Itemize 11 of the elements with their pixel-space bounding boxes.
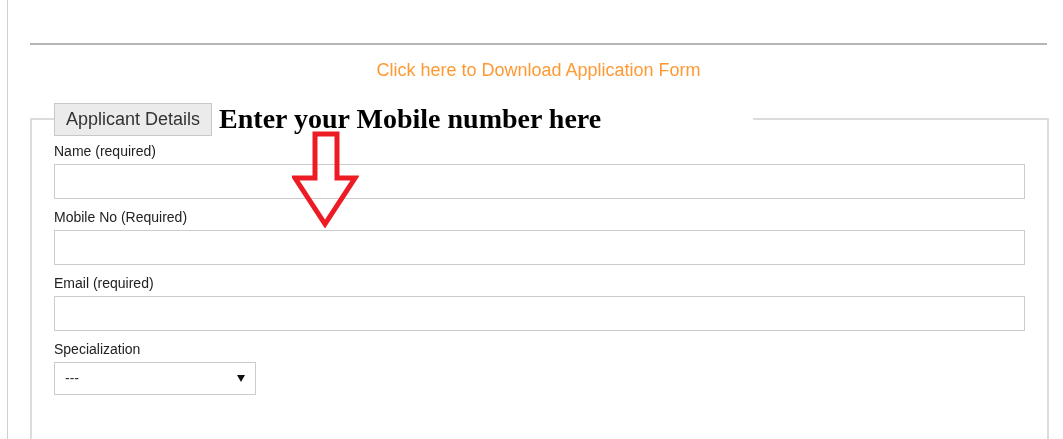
field-label: Mobile No (Required) <box>54 208 188 226</box>
select-dropdown[interactable]: --- <box>54 362 256 395</box>
field-label: Specialization <box>54 340 141 358</box>
annotation-text: Enter your Mobile number here <box>219 102 602 136</box>
field-label: Name (required) <box>54 142 156 160</box>
input-field[interactable] <box>54 164 1025 199</box>
caret-icon <box>237 375 245 382</box>
input-field[interactable] <box>54 230 1025 265</box>
section-legend: Applicant Details <box>54 102 213 136</box>
field-label: Email (required) <box>54 274 154 292</box>
input-field[interactable] <box>54 296 1025 331</box>
